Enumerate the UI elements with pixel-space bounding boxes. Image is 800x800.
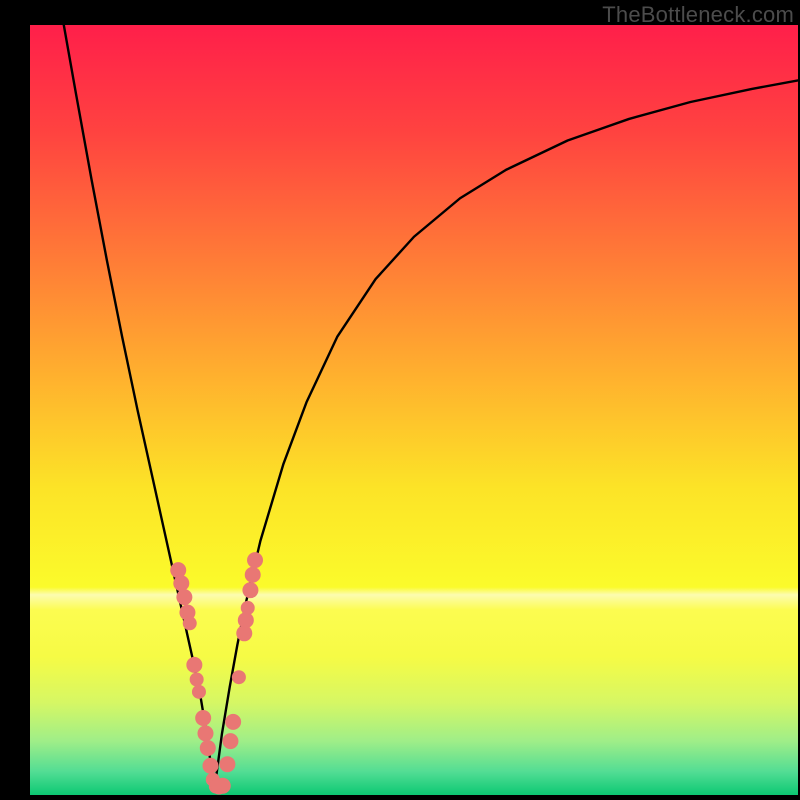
marker-point	[232, 670, 246, 684]
marker-point	[245, 567, 261, 583]
marker-point	[173, 575, 189, 591]
marker-point	[186, 657, 202, 673]
marker-point	[241, 601, 255, 615]
marker-point	[247, 552, 263, 568]
marker-point	[202, 758, 218, 774]
marker-point	[200, 740, 216, 756]
curve-layer	[30, 25, 798, 795]
curve-right-branch	[214, 80, 798, 790]
marker-point	[183, 616, 197, 630]
marker-point	[222, 733, 238, 749]
marker-point	[242, 582, 258, 598]
marker-point	[176, 589, 192, 605]
plot-area	[30, 25, 798, 795]
marker-point	[219, 756, 235, 772]
marker-point	[195, 710, 211, 726]
marker-point	[225, 714, 241, 730]
watermark-text: TheBottleneck.com	[602, 2, 794, 28]
marker-point	[215, 778, 231, 794]
marker-point	[190, 673, 204, 687]
marker-point	[192, 685, 206, 699]
chart-frame: TheBottleneck.com	[0, 0, 800, 800]
marker-point	[197, 725, 213, 741]
